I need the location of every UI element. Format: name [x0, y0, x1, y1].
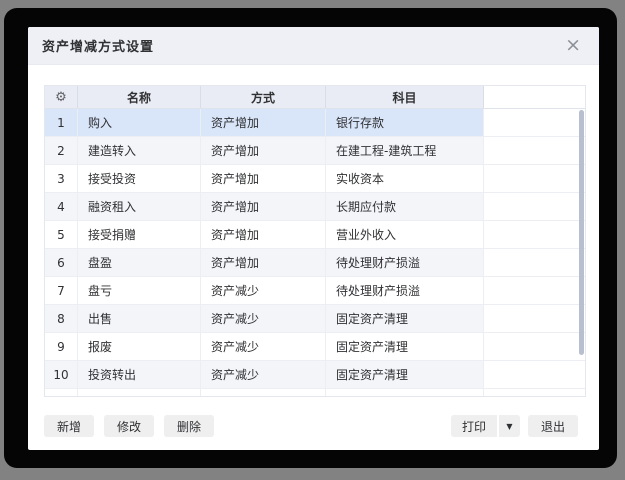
- cell-subject: 长期应付款: [326, 193, 484, 220]
- cell-name: 出售: [78, 305, 201, 332]
- cell-subject: 待处理财产损溢: [326, 249, 484, 276]
- close-icon[interactable]: ×: [561, 34, 585, 57]
- row-number: 2: [45, 137, 78, 164]
- cell-method: 资产减少: [201, 333, 326, 360]
- cell-method: 资产增加: [201, 193, 326, 220]
- exit-button[interactable]: 退出: [528, 415, 578, 437]
- cell-subject: 固定资产清理: [326, 361, 484, 388]
- footer-right-buttons: 打印 ▼ 退出: [451, 415, 578, 437]
- row-number: 1: [45, 109, 78, 136]
- cell-subject: 在建工程-建筑工程: [326, 137, 484, 164]
- cell-name: 对外捐赠: [78, 389, 201, 397]
- table-header-row: ⚙ 名称 方式 科目: [45, 86, 585, 109]
- dialog-title: 资产增减方式设置: [42, 36, 154, 55]
- table-row[interactable]: 1 购入 资产增加 银行存款: [45, 109, 585, 137]
- cell-subject: 营业外收入: [326, 221, 484, 248]
- table-row[interactable]: 5 接受捐赠 资产增加 营业外收入: [45, 221, 585, 249]
- column-header-filler: [484, 86, 585, 108]
- delete-button[interactable]: 删除: [164, 415, 214, 437]
- column-header-name: 名称: [78, 86, 201, 108]
- cell-method: 资产增加: [201, 109, 326, 136]
- cell-subject: 银行存款: [326, 109, 484, 136]
- cell-subject: 固定资产清理: [326, 333, 484, 360]
- cell-subject: 固定资产清理: [326, 305, 484, 332]
- table-row[interactable]: 2 建造转入 资产增加 在建工程-建筑工程: [45, 137, 585, 165]
- table-body: 1 购入 资产增加 银行存款 2 建造转入 资产增加 在建工程-建筑工程 3 接…: [45, 109, 585, 397]
- cell-name: 盘亏: [78, 277, 201, 304]
- table-row[interactable]: 11 对外捐赠 资产减少 固定资产清理: [45, 389, 585, 397]
- cell-name: 购入: [78, 109, 201, 136]
- print-dropdown-button[interactable]: ▼: [499, 415, 520, 437]
- cell-name: 报废: [78, 333, 201, 360]
- cell-filler: [484, 361, 585, 388]
- cell-method: 资产减少: [201, 277, 326, 304]
- cell-method: 资产增加: [201, 221, 326, 248]
- cell-filler: [484, 221, 585, 248]
- modify-button[interactable]: 修改: [104, 415, 154, 437]
- table-row[interactable]: 4 融资租入 资产增加 长期应付款: [45, 193, 585, 221]
- column-header-method: 方式: [201, 86, 326, 108]
- screen: { "dialog": { "title": "资产增减方式设置" }, "ic…: [0, 0, 625, 480]
- cell-filler: [484, 109, 585, 136]
- cell-filler: [484, 165, 585, 192]
- table-row[interactable]: 3 接受投资 资产增加 实收资本: [45, 165, 585, 193]
- print-split-button: 打印 ▼: [451, 415, 520, 437]
- row-number: 7: [45, 277, 78, 304]
- table-row[interactable]: 9 报废 资产减少 固定资产清理: [45, 333, 585, 361]
- table-row[interactable]: 6 盘盈 资产增加 待处理财产损溢: [45, 249, 585, 277]
- column-settings-button[interactable]: ⚙: [45, 86, 78, 108]
- cell-name: 建造转入: [78, 137, 201, 164]
- row-number: 3: [45, 165, 78, 192]
- cell-filler: [484, 305, 585, 332]
- footer-left-buttons: 新增 修改 删除: [44, 415, 214, 437]
- cell-subject: 实收资本: [326, 165, 484, 192]
- cell-filler: [484, 193, 585, 220]
- cell-filler: [484, 389, 585, 397]
- cell-name: 投资转出: [78, 361, 201, 388]
- table-row[interactable]: 8 出售 资产减少 固定资产清理: [45, 305, 585, 333]
- cell-filler: [484, 249, 585, 276]
- cell-method: 资产增加: [201, 249, 326, 276]
- gear-icon: ⚙: [55, 91, 67, 104]
- cell-subject: 待处理财产损溢: [326, 277, 484, 304]
- cell-filler: [484, 277, 585, 304]
- cell-name: 盘盈: [78, 249, 201, 276]
- asset-method-settings-dialog: 资产增减方式设置 × ⚙ 名称 方式 科目 1 购入 资产增加 银行存款 2 建…: [28, 27, 599, 450]
- cell-method: 资产增加: [201, 165, 326, 192]
- row-number: 11: [45, 389, 78, 397]
- cell-name: 融资租入: [78, 193, 201, 220]
- dialog-footer: 新增 修改 删除 打印 ▼ 退出: [28, 413, 599, 439]
- row-number: 8: [45, 305, 78, 332]
- cell-subject: 固定资产清理: [326, 389, 484, 397]
- chevron-down-icon: ▼: [506, 422, 512, 431]
- cell-filler: [484, 137, 585, 164]
- cell-method: 资产减少: [201, 361, 326, 388]
- row-number: 5: [45, 221, 78, 248]
- asset-method-table: ⚙ 名称 方式 科目 1 购入 资产增加 银行存款 2 建造转入 资产增加 在建…: [44, 85, 586, 397]
- dialog-titlebar: 资产增减方式设置 ×: [28, 27, 599, 65]
- cell-name: 接受捐赠: [78, 221, 201, 248]
- row-number: 6: [45, 249, 78, 276]
- table-row[interactable]: 10 投资转出 资产减少 固定资产清理: [45, 361, 585, 389]
- cell-method: 资产减少: [201, 389, 326, 397]
- print-button[interactable]: 打印: [451, 415, 497, 437]
- cell-name: 接受投资: [78, 165, 201, 192]
- row-number: 4: [45, 193, 78, 220]
- column-header-subject: 科目: [326, 86, 484, 108]
- vertical-scrollbar-thumb[interactable]: [579, 110, 584, 355]
- cell-method: 资产减少: [201, 305, 326, 332]
- cell-method: 资产增加: [201, 137, 326, 164]
- row-number: 9: [45, 333, 78, 360]
- row-number: 10: [45, 361, 78, 388]
- add-button[interactable]: 新增: [44, 415, 94, 437]
- table-row[interactable]: 7 盘亏 资产减少 待处理财产损溢: [45, 277, 585, 305]
- cell-filler: [484, 333, 585, 360]
